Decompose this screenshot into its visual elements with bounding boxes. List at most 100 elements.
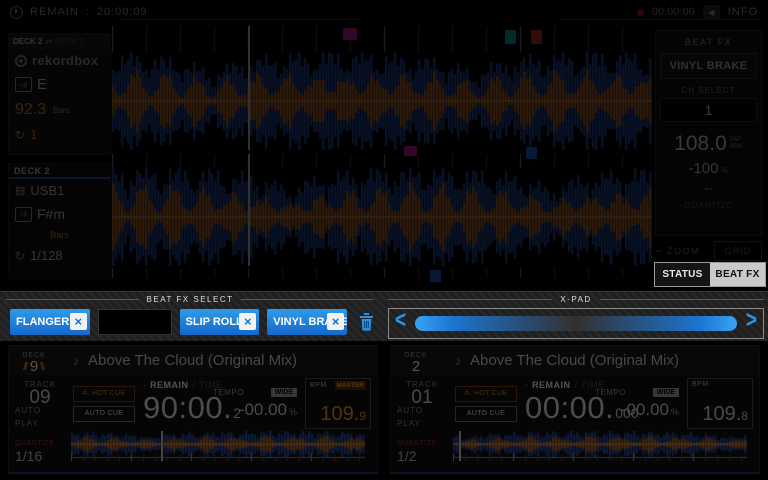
x-pad-fill[interactable] — [415, 316, 737, 331]
remain-time: 20:00:09 — [97, 6, 148, 18]
fx-beat-value: -- — [660, 181, 757, 195]
close-icon[interactable]: × — [70, 313, 87, 330]
chevron-right-icon[interactable]: > — [746, 307, 757, 335]
fx-quantize-label: QUANTIZE — [660, 201, 757, 210]
chevron-left-icon[interactable]: < — [395, 307, 406, 335]
track-overview-waveform[interactable] — [453, 431, 753, 469]
loop-icon: ↻ — [15, 249, 25, 263]
track-title: Above The Cloud (Original Mix) — [470, 352, 679, 369]
deck-number: 2 — [412, 361, 420, 372]
bpm-value: 109. — [320, 403, 359, 426]
beat-fx-select-group: BEAT FX SELECT FLANGER× SLIP ROLL× VINYL… — [6, 293, 374, 340]
bpm-label: BPM — [692, 381, 709, 388]
fx-slot-flanger[interactable]: FLANGER× — [10, 309, 90, 335]
beat-ticks-bottom — [112, 268, 652, 278]
auto-play-label: AUTO PLAY — [397, 404, 447, 430]
quantize-value: 1/2 — [397, 450, 447, 462]
link-bars-label: Bars — [53, 106, 69, 115]
back-arrow-icon[interactable]: ◀ — [703, 5, 720, 20]
tempo-value: -00.00 — [239, 400, 287, 420]
deck2-key-value: F#m — [37, 206, 65, 222]
cdj-screen: REMAIN : 20:00:09 00:00:00 ◀ INFO DECK 2… — [0, 0, 768, 480]
deck2-panel-header: DECK 2 — [9, 164, 110, 179]
mini-waveform-canvas — [453, 431, 747, 461]
record-dot-icon — [637, 9, 644, 16]
deck-panel-right: DECK 2 ♪Above The Cloud (Original Mix) T… — [390, 345, 760, 474]
on-air-mark-icon — [40, 362, 45, 370]
cue-marker-magenta[interactable] — [343, 28, 357, 40]
waveform-deck1 — [112, 52, 652, 150]
fx-slot-slip-roll[interactable]: SLIP ROLL× — [180, 309, 260, 335]
tempo-value: -00.00 — [621, 400, 669, 420]
tempo-range-badge: WIDE — [653, 388, 679, 397]
loop-icon: ↻ — [15, 128, 25, 142]
deck-number: 9 — [30, 361, 38, 372]
beat-ticks-mid — [112, 154, 652, 168]
grid-button[interactable]: GRID — [714, 241, 762, 261]
remain-separator: : — [86, 6, 90, 18]
zoom-grid-row: − ZOOM GRID — [655, 241, 762, 261]
deck2-info-panel: DECK 2 ▤ USB1 ♭♯ F#m Bars ↻ 1/128 — [8, 163, 111, 279]
link-info-panel: DECK 2 ⇄ DECK 1 rekordbox ♭♯ E 92.3 Bars… — [8, 33, 111, 155]
beat-fx-panel: BEAT FX VINYL BRAKE CH SELECT 1 108.0 TA… — [655, 30, 762, 236]
waveform-deck2 — [112, 168, 652, 266]
close-icon[interactable]: × — [239, 313, 256, 330]
remain-dash: - — [525, 380, 528, 390]
mini-playhead — [161, 431, 163, 461]
top-divider-right — [560, 19, 760, 20]
link-deck-b: DECK 1 — [55, 37, 84, 46]
info-button[interactable]: INFO — [728, 6, 758, 18]
close-icon[interactable]: × — [327, 313, 344, 330]
usb-icon: ▤ — [15, 184, 25, 197]
deck-panel-left: DECK 9 ♪Above The Cloud (Original Mix) T… — [8, 345, 378, 474]
quantize-value: 1/16 — [15, 450, 65, 462]
key-sign-icon: ♭♯ — [15, 207, 32, 222]
remain-mode-label[interactable]: REMAIN — [532, 380, 571, 390]
x-pad-slider[interactable]: < > — [388, 308, 764, 339]
on-air-mark-icon — [23, 362, 28, 370]
key-sign-icon: ♭♯ — [15, 77, 32, 92]
hot-cue-chip: A. HOT CUE — [455, 386, 517, 402]
fx-slot-empty[interactable] — [98, 309, 172, 335]
rekordbox-logo-icon — [15, 55, 27, 67]
hot-cue-chip: A. HOT CUE — [73, 386, 135, 402]
tap-label: TAP — [730, 137, 743, 144]
cue-marker-magenta[interactable] — [404, 146, 417, 156]
top-bar: REMAIN : 20:00:09 00:00:00 ◀ INFO — [0, 0, 768, 24]
beat-ticks-top — [112, 26, 652, 52]
mini-playhead — [459, 431, 461, 461]
link-bars-value: 92.3 — [15, 101, 46, 119]
trash-icon[interactable] — [359, 313, 374, 331]
cue-marker-blue[interactable] — [430, 270, 441, 282]
playhead-deck2 — [248, 154, 250, 266]
cue-marker-teal[interactable] — [505, 30, 516, 44]
zoom-label: ZOOM — [667, 246, 709, 256]
link-loop-value: 1 — [30, 127, 37, 142]
tempo-range-badge: WIDE — [271, 388, 297, 397]
channel-select-value[interactable]: 1 — [660, 98, 757, 122]
bpm-value: 109. — [702, 403, 741, 426]
x-pad-group: X-PAD < > — [388, 293, 764, 340]
remain-mode-label[interactable]: REMAIN — [150, 380, 189, 390]
top-divider-left — [118, 19, 360, 20]
fx-bpm-value: 108.0 — [674, 132, 727, 156]
fx-bpm-label: BPM — [730, 144, 743, 151]
track-overview-waveform[interactable] — [71, 431, 371, 469]
view-tabs: STATUS BEAT FX — [654, 262, 766, 287]
cue-marker-blue[interactable] — [526, 147, 537, 159]
x-pad-title: X-PAD — [560, 295, 591, 304]
beat-fx-select-bar: BEAT FX SELECT FLANGER× SLIP ROLL× VINYL… — [0, 291, 768, 341]
tab-beat-fx[interactable]: BEAT FX — [710, 263, 765, 286]
fx-param-value: -100 — [688, 160, 718, 177]
remain-dash: - — [143, 380, 146, 390]
link-key-value: E — [37, 76, 47, 93]
cue-marker-red[interactable] — [531, 30, 542, 44]
fx-slot-vinyl-brake[interactable]: VINYL BRAKE× — [267, 309, 347, 335]
ch-select-label: CH SELECT — [660, 86, 757, 95]
tab-status[interactable]: STATUS — [655, 263, 710, 286]
deck2-source: USB1 — [30, 183, 64, 198]
tempo-label: TEMPO — [595, 388, 626, 397]
zoom-out-button[interactable]: − — [655, 244, 662, 258]
tempo-label: TEMPO — [213, 388, 244, 397]
track-title: Above The Cloud (Original Mix) — [88, 352, 297, 369]
